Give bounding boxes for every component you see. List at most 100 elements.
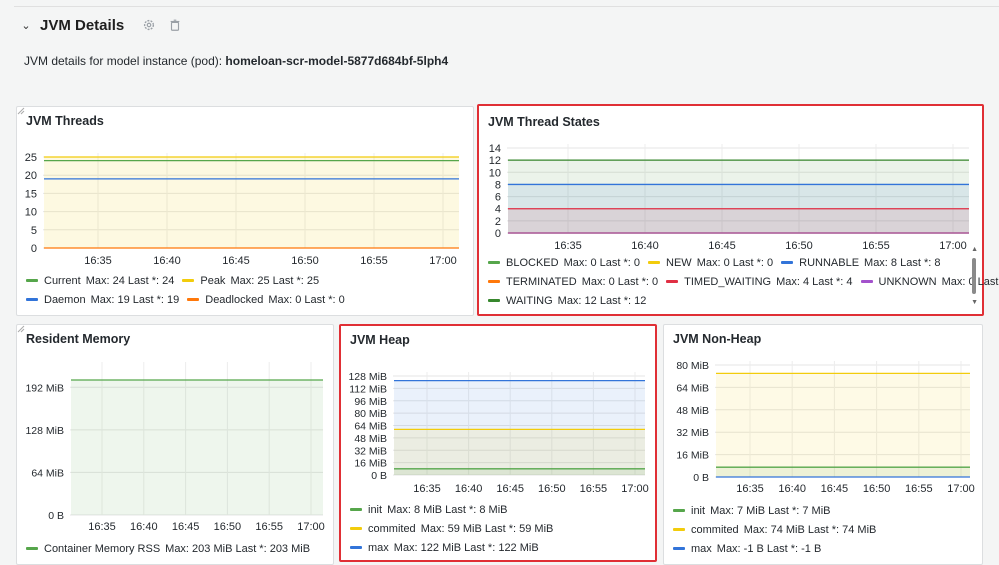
x-tick-label: 17:00 xyxy=(297,521,325,533)
legend-item[interactable]: Current Max: 24 Last *: 24 xyxy=(26,275,174,287)
panel-resident-memory[interactable]: Resident Memory 192 MiB 128 MiB 64 MiB 0 B1… xyxy=(16,324,334,565)
x-tick-label: 17:00 xyxy=(939,240,967,252)
x-tick-label: 16:40 xyxy=(455,483,483,495)
legend-row: init Max: 8 MiB Last *: 8 MiB xyxy=(350,500,561,519)
legend-item[interactable]: UNKNOWN Max: 0 Last *: 0 xyxy=(860,275,999,288)
legend-swatch xyxy=(26,298,38,301)
legend-name: NEW xyxy=(666,256,692,269)
series-area xyxy=(716,373,970,477)
description-prefix: JVM details for model instance (pod): xyxy=(24,54,226,68)
legend-item[interactable]: max Max: -1 B Last *: -1 B xyxy=(673,543,821,555)
legend-item[interactable]: Container Memory RSS Max: 203 MiB Last *:… xyxy=(26,543,310,555)
legend-item[interactable]: init Max: 7 MiB Last *: 7 MiB xyxy=(673,505,831,517)
legend-item[interactable]: init Max: 8 MiB Last *: 8 MiB xyxy=(350,504,508,516)
legend-name: init xyxy=(691,504,706,517)
legend-item[interactable]: NEW Max: 0 Last *: 0 xyxy=(648,257,773,269)
legend-swatch xyxy=(350,508,362,511)
legend: BLOCKED Max: 0 Last *: 0 NEW Max: 0 Last *:… xyxy=(488,253,999,310)
legend-name: BLOCKED xyxy=(506,256,559,269)
legend-name: RUNNABLE xyxy=(799,256,860,269)
legend-item[interactable]: WAITING Max: 12 Last *: 12 xyxy=(488,295,646,307)
legend-stats: Max: 74 MiB Last *: 74 MiB xyxy=(743,523,877,536)
legend-row: Daemon Max: 19 Last *: 19 Deadlocked Max: 0… xyxy=(26,290,353,309)
x-tick-label: 17:00 xyxy=(621,483,649,495)
legend-item[interactable]: commited Max: 74 MiB Last *: 74 MiB xyxy=(673,524,876,536)
legend-swatch xyxy=(648,261,661,264)
legend-item[interactable]: Deadlocked Max: 0 Last *: 0 xyxy=(187,294,345,306)
panel-jvm-thread-states[interactable]: JVM Thread States 14 12 10 8 6 4 2 0 16:35 16:40 1… xyxy=(477,104,999,316)
legend-row: commited Max: 59 MiB Last *: 59 MiB xyxy=(350,519,561,538)
panel-jvm-threads[interactable]: JVM Threads 25 20 15 10 5 0 16:35 16:40 16:45 16:… xyxy=(16,106,474,316)
legend-stats: Max: 12 Last *: 12 xyxy=(557,294,647,307)
y-tick-label: 15 xyxy=(25,188,37,200)
panel-jvm-heap[interactable]: JVM Heap 128 MiB 112 MiB 96 MiB 80 MiB 64 Mi… xyxy=(339,324,657,562)
legend-stats: Max: -1 B Last *: -1 B xyxy=(716,542,822,555)
y-tick-label: 128 MiB xyxy=(348,371,387,383)
legend-row: max Max: 122 MiB Last *: 122 MiB xyxy=(350,538,561,557)
x-tick-label: 16:40 xyxy=(778,483,806,495)
x-tick-label: 16:40 xyxy=(130,521,158,533)
x-tick-label: 16:45 xyxy=(172,521,200,533)
legend-item[interactable]: TERMINATED Max: 0 Last *: 0 xyxy=(488,276,658,288)
x-tick-label: 16:40 xyxy=(153,255,181,267)
resize-handle-icon[interactable] xyxy=(17,107,25,115)
chart-resident-memory: 192 MiB 128 MiB 64 MiB 0 B 16:35 16:40 16:45 16… xyxy=(25,362,325,533)
legend-name: init xyxy=(368,503,383,516)
x-tick-label: 16:40 xyxy=(631,240,659,252)
y-tick-label: 8 xyxy=(495,179,501,191)
legend-stats: Max: 8 MiB Last *: 8 MiB xyxy=(387,503,508,516)
legend-stats: Max: 0 Last *: 0 xyxy=(696,256,774,269)
legend-swatch xyxy=(673,528,685,531)
legend-name: Deadlocked xyxy=(205,293,264,306)
trash-icon[interactable] xyxy=(168,18,182,32)
legend-scrollbar[interactable] xyxy=(972,258,976,294)
legend-stats: Max: 0 Last *: 0 xyxy=(563,256,641,269)
legend-stats: Max: 4 Last *: 4 xyxy=(776,275,853,288)
row-title[interactable]: JVM Details xyxy=(40,17,124,34)
legend-swatch xyxy=(488,299,500,302)
chevron-down-icon[interactable]: ⌄ xyxy=(20,19,32,32)
gear-icon[interactable] xyxy=(142,18,156,32)
legend-name: TIMED_WAITING xyxy=(684,275,772,288)
resize-handle-icon[interactable] xyxy=(17,325,25,333)
x-tick-label: 16:45 xyxy=(708,240,736,252)
legend-swatch xyxy=(666,280,679,283)
scroll-down-icon[interactable]: ▼ xyxy=(971,299,978,306)
legend-item[interactable]: Daemon Max: 19 Last *: 19 xyxy=(26,294,179,306)
row-header[interactable]: ⌄ JVM Details xyxy=(20,14,182,36)
panel-jvm-non-heap[interactable]: JVM Non-Heap 80 MiB 64 MiB 48 MiB 32 MiB 16 … xyxy=(663,324,983,565)
legend-swatch xyxy=(350,546,362,549)
y-tick-label: 112 MiB xyxy=(349,383,387,395)
legend-name: max xyxy=(368,541,389,554)
y-tick-label: 0 xyxy=(495,228,501,240)
scroll-up-icon[interactable]: ▲ xyxy=(971,246,978,253)
legend-name: TERMINATED xyxy=(506,275,577,288)
series-area xyxy=(508,208,969,233)
y-tick-label: 20 xyxy=(25,170,37,182)
legend-name: Peak xyxy=(200,274,226,287)
legend-item[interactable]: Peak Max: 25 Last *: 25 xyxy=(182,275,319,287)
legend-swatch xyxy=(182,279,195,282)
legend-item[interactable]: RUNNABLE Max: 8 Last *: 8 xyxy=(781,257,940,269)
legend-item[interactable]: max Max: 122 MiB Last *: 122 MiB xyxy=(350,542,539,554)
x-tick-label: 16:55 xyxy=(360,255,388,267)
legend-item[interactable]: TIMED_WAITING Max: 4 Last *: 4 xyxy=(666,275,853,288)
y-tick-label: 128 MiB xyxy=(25,425,64,437)
legend-name: commited xyxy=(368,522,416,535)
legend: Container Memory RSS Max: 203 MiB Last *:… xyxy=(26,539,318,558)
legend-stats: Max: 0 Last *: 0 xyxy=(268,293,345,306)
legend-item[interactable]: commited Max: 59 MiB Last *: 59 MiB xyxy=(350,523,553,535)
legend-swatch xyxy=(26,279,38,282)
y-tick-label: 64 MiB xyxy=(676,382,709,394)
y-tick-label: 2 xyxy=(495,216,501,228)
legend-swatch xyxy=(673,547,685,550)
legend-item[interactable]: BLOCKED Max: 0 Last *: 0 xyxy=(488,257,640,269)
x-tick-label: 16:55 xyxy=(255,521,283,533)
y-tick-label: 5 xyxy=(31,225,37,237)
legend-swatch xyxy=(488,261,500,264)
legend-row: init Max: 7 MiB Last *: 7 MiB xyxy=(673,501,884,520)
x-tick-label: 16:35 xyxy=(736,483,764,495)
x-tick-label: 16:35 xyxy=(554,240,582,252)
legend-stats: Max: 0 Last *: 0 xyxy=(941,275,999,288)
legend-name: Current xyxy=(44,274,81,287)
